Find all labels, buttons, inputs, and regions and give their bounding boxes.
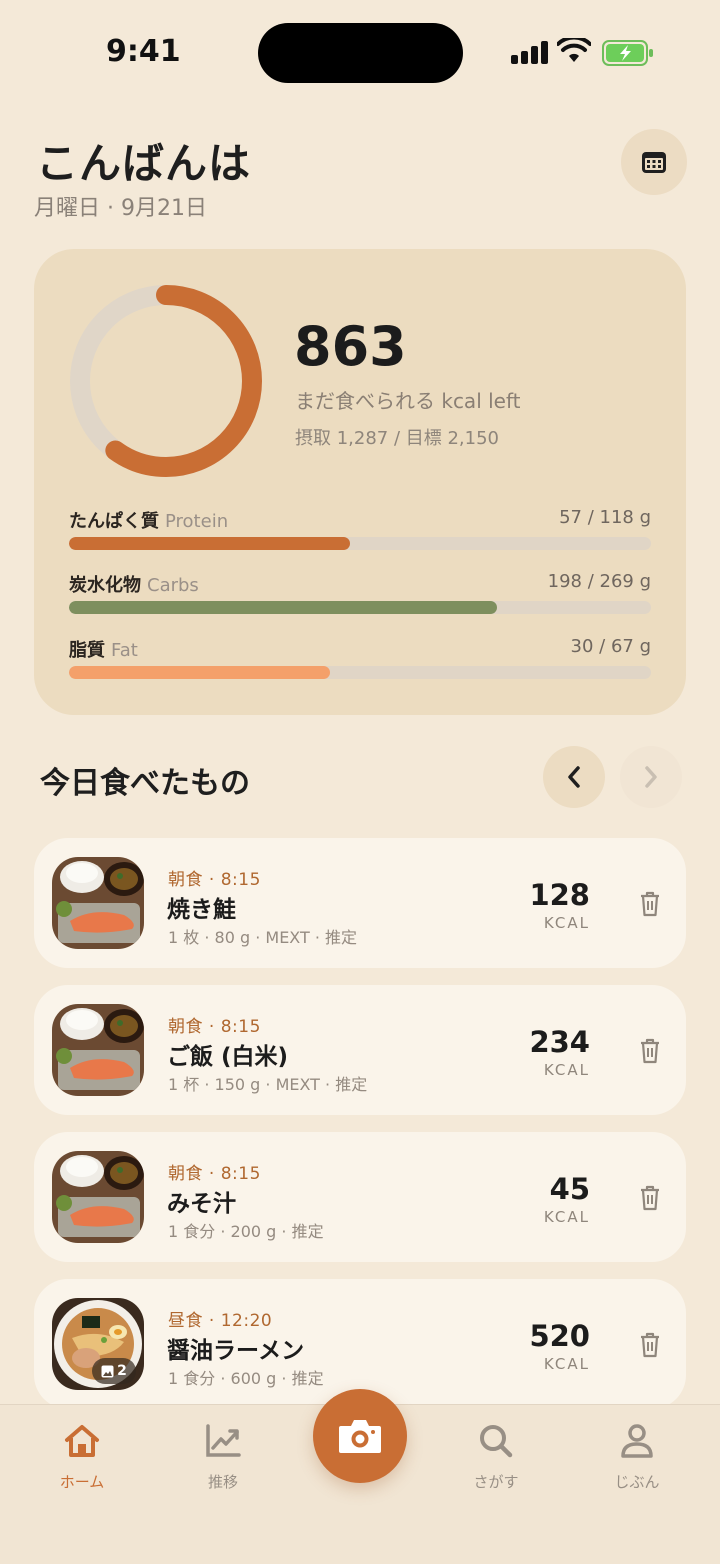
- chevron-right-icon: [645, 766, 657, 788]
- status-bar: 9:41: [0, 0, 720, 100]
- food-name: 醤油ラーメン: [167, 1338, 305, 1364]
- food-photo: [52, 1004, 144, 1096]
- chart-icon: [206, 1424, 241, 1457]
- tab-search[interactable]: さがす: [446, 1423, 546, 1492]
- tab-label: 推移: [207, 1473, 238, 1491]
- food-item[interactable]: 朝食 · 8:15 ご飯 (白米) 1 杯 · 150 g · MEXT · 推…: [34, 985, 686, 1115]
- section-title: 今日食べたもの: [40, 766, 250, 801]
- remaining-kcal-label: まだ食べられる kcal left: [295, 389, 521, 413]
- trash-icon[interactable]: [639, 1185, 661, 1211]
- macro-fill: [69, 601, 498, 614]
- photo-count-badge: 2: [92, 1358, 136, 1384]
- macro-value: 198 / 269 g: [547, 571, 651, 592]
- macro-track: [69, 666, 651, 679]
- battery-icon: [602, 40, 653, 66]
- food-kcal-unit: KCAL: [543, 1061, 590, 1079]
- intake-goal-line: 摂取 1,287 / 目標 2,150: [295, 428, 500, 449]
- food-item[interactable]: 朝食 · 8:15 みそ汁 1 食分 · 200 g · 推定 45 KCAL: [34, 1132, 686, 1262]
- search-icon: [480, 1425, 513, 1458]
- signal-icon: [511, 40, 548, 64]
- food-meal-time: 昼食 · 12:20: [168, 1311, 273, 1331]
- food-detail: 1 食分 · 600 g · 推定: [168, 1369, 324, 1388]
- food-kcal: 234: [529, 1025, 590, 1059]
- macro-fat: 脂質 Fat 30 / 67 g: [69, 636, 651, 686]
- food-kcal-unit: KCAL: [543, 1355, 590, 1373]
- macro-carbs: 炭水化物 Carbs 198 / 269 g: [69, 571, 651, 621]
- tab-label: さがす: [473, 1473, 519, 1491]
- tab-trends[interactable]: 推移: [173, 1423, 273, 1492]
- food-detail: 1 食分 · 200 g · 推定: [168, 1222, 324, 1241]
- date-label: 月曜日 · 9月21日: [34, 196, 207, 221]
- food-kcal-unit: KCAL: [543, 1208, 590, 1226]
- tab-label: ホーム: [59, 1473, 105, 1491]
- wifi-icon: [557, 38, 591, 62]
- macro-value: 30 / 67 g: [570, 636, 651, 657]
- greeting-title: こんばんは: [36, 139, 252, 188]
- food-photo: [52, 857, 144, 949]
- calendar-icon: [642, 152, 666, 173]
- food-name: ご飯 (白米): [167, 1044, 289, 1070]
- trash-icon[interactable]: [639, 1038, 661, 1064]
- macro-fill: [69, 537, 351, 550]
- calorie-summary-card: 863 まだ食べられる kcal left 摂取 1,287 / 目標 2,15…: [34, 249, 686, 715]
- chevron-left-icon: [568, 766, 580, 788]
- macro-en: Carbs: [147, 575, 199, 596]
- food-kcal: 45: [549, 1172, 590, 1206]
- person-icon: [621, 1424, 653, 1458]
- macro-fill: [69, 666, 330, 679]
- camera-button[interactable]: [313, 1389, 407, 1483]
- remaining-kcal: 863: [294, 315, 407, 378]
- food-meal-time: 朝食 · 8:15: [168, 1164, 261, 1184]
- status-time: 9:41: [106, 34, 181, 69]
- food-kcal-unit: KCAL: [543, 914, 590, 932]
- food-meal-time: 朝食 · 8:15: [168, 870, 261, 890]
- macro-en: Protein: [165, 511, 229, 532]
- macro-name: 脂質: [69, 640, 105, 661]
- tab-profile[interactable]: じぶん: [587, 1423, 687, 1492]
- calendar-button[interactable]: [621, 129, 687, 195]
- camera-icon: [339, 1420, 381, 1453]
- food-kcal: 128: [529, 878, 590, 912]
- macro-name: たんぱく質: [69, 511, 159, 532]
- macro-value: 57 / 118 g: [559, 507, 651, 528]
- macro-track: [69, 601, 651, 614]
- next-day-button[interactable]: [620, 746, 682, 808]
- food-photo: 2: [52, 1298, 144, 1390]
- food-detail: 1 杯 · 150 g · MEXT · 推定: [168, 1075, 368, 1094]
- home-icon: [65, 1425, 99, 1457]
- food-detail: 1 枚 · 80 g · MEXT · 推定: [168, 928, 358, 947]
- dynamic-island: [258, 23, 463, 83]
- macro-name: 炭水化物: [69, 575, 141, 596]
- food-meal-time: 朝食 · 8:15: [168, 1017, 261, 1037]
- macro-en: Fat: [111, 640, 138, 661]
- macro-track: [69, 537, 651, 550]
- photo-count: 2: [117, 1363, 127, 1379]
- food-kcal: 520: [529, 1319, 590, 1353]
- calorie-ring: [70, 285, 262, 477]
- food-photo: [52, 1151, 144, 1243]
- food-item[interactable]: 朝食 · 8:15 焼き鮭 1 枚 · 80 g · MEXT · 推定 128…: [34, 838, 686, 968]
- food-name: 焼き鮭: [167, 897, 236, 923]
- previous-day-button[interactable]: [543, 746, 605, 808]
- image-icon: [101, 1365, 114, 1377]
- tab-home[interactable]: ホーム: [32, 1423, 132, 1492]
- trash-icon[interactable]: [639, 891, 661, 917]
- tab-label: じぶん: [614, 1473, 660, 1491]
- macro-protein: たんぱく質 Protein 57 / 118 g: [69, 507, 651, 557]
- trash-icon[interactable]: [639, 1332, 661, 1358]
- food-name: みそ汁: [167, 1191, 236, 1217]
